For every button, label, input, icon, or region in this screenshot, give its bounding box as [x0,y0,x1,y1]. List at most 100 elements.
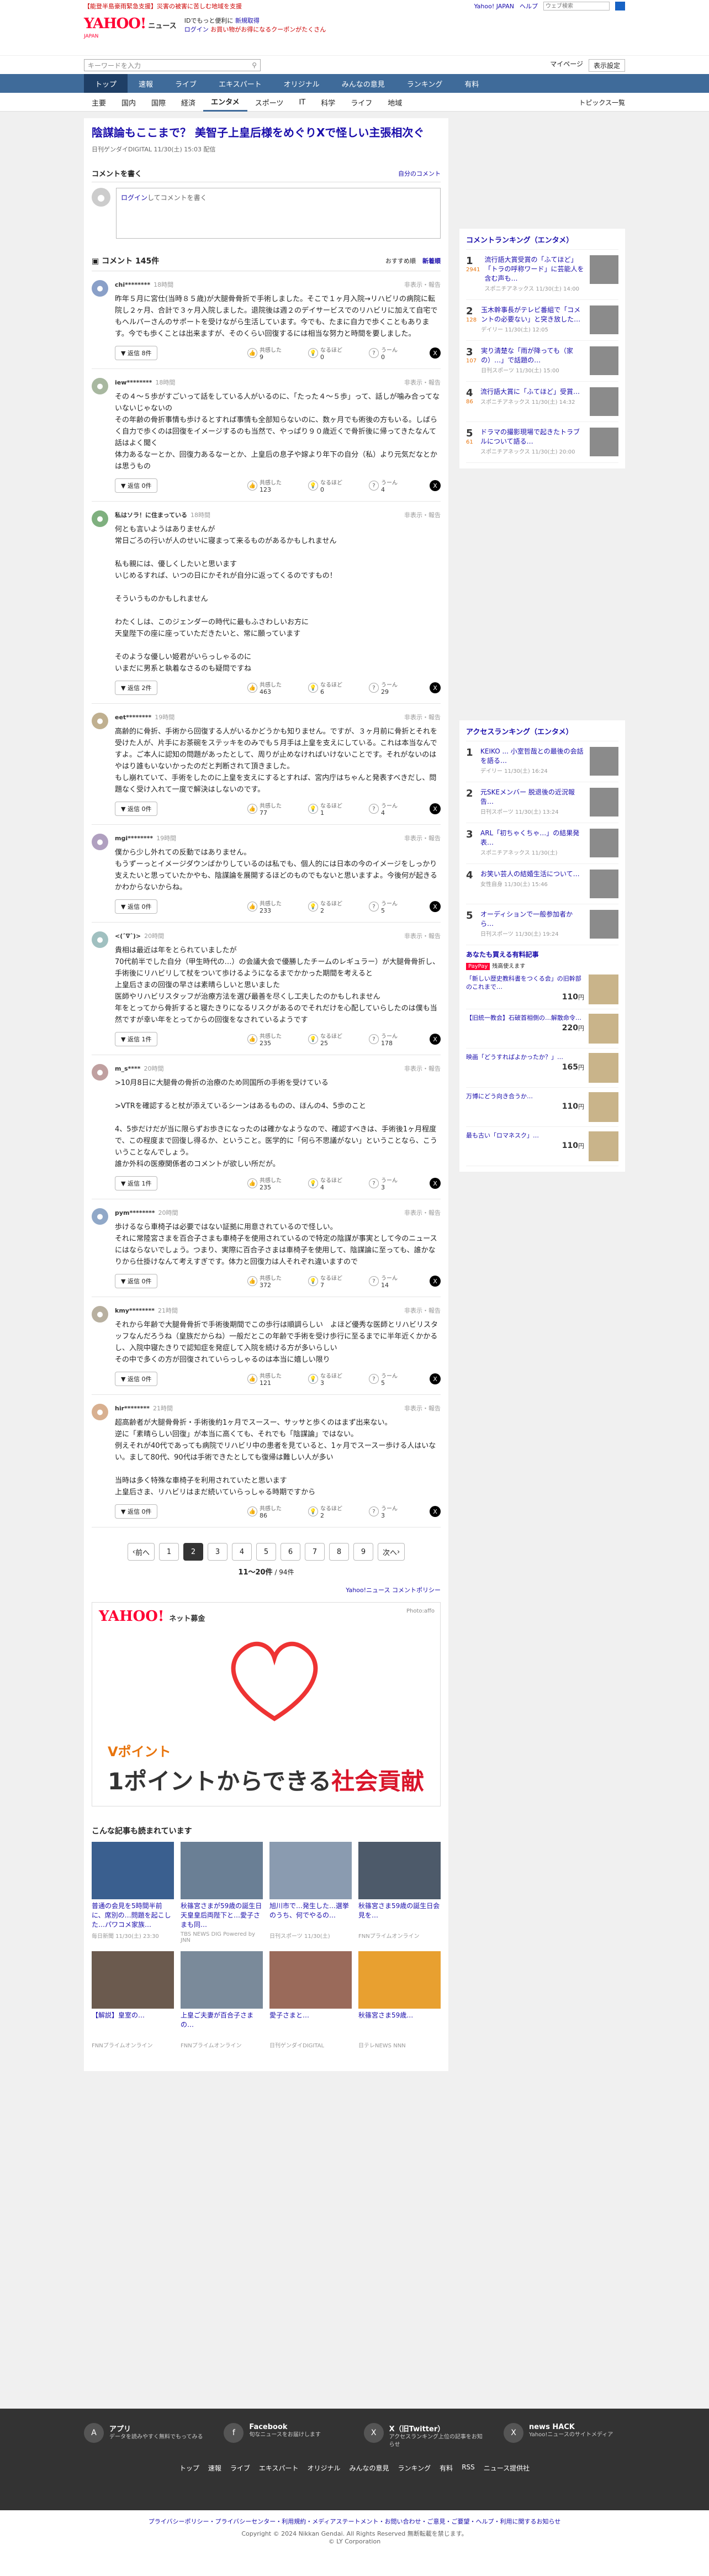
page-button[interactable]: 7 [305,1543,325,1561]
reply-button[interactable]: ▼ 返信 0件 [115,478,158,493]
page-button[interactable]: 1 [159,1543,179,1561]
footer-link[interactable]: ライブ [230,2463,250,2473]
reaction-hmm-button[interactable]: ? うーん 178 [369,1031,430,1047]
reaction-agree-button[interactable]: 💡 なるほど 2 [308,899,369,914]
comment-author[interactable]: 私はソラ！に住まっている [115,512,187,519]
nav-item[interactable]: 有料 [453,74,490,93]
comment-author[interactable]: mgi******** [115,835,153,842]
ranking-item[interactable]: 3 ARL「初ちゃくちゃ…」の結果発表… スポニチアネックス 11/30(土) [466,823,618,864]
comment-author[interactable]: iew******** [115,379,152,386]
article-title[interactable]: 陰謀論もここまで？ 美智子上皇后様をめぐりXで怪しい主張相次ぐ [92,125,441,140]
footer-link[interactable]: みんなの意見 [350,2463,389,2473]
reaction-agree-button[interactable]: 💡 なるほど 0 [308,478,369,493]
comment-login-link[interactable]: ログイン [121,194,147,202]
related-article-card[interactable]: 普通の会見を5時間半前に、席別の…問題を起こした…パワコメ家族… 毎日新聞 11/… [92,1842,174,1943]
sort-newest[interactable]: 新着順 [422,256,441,265]
comment-author[interactable]: hir******** [115,1405,150,1412]
ranking-item[interactable]: 5 オーディションで一般参加者から… 日刊スポーツ 11/30(土) 19:24 [466,904,618,945]
paid-article-item[interactable]: 「新しい歴史教科書をつくる会」の旧幹部のこれまで… 110円 [466,970,618,1009]
reaction-hmm-button[interactable]: ? うーん 5 [369,1371,430,1387]
reaction-agree-button[interactable]: 💡 なるほど 1 [308,801,369,816]
nav-item[interactable]: ライブ [164,74,208,93]
category-tab[interactable]: ライフ [343,93,380,112]
disaster-alert-link[interactable]: 【能登半島豪雨緊急支援】災害の被害に苦しむ地域を支援 [84,2,242,10]
comment-policy-link[interactable]: Yahoo!ニュース コメントポリシー [346,1587,441,1594]
footer-link[interactable]: トップ [179,2463,199,2473]
comment-author[interactable]: <(ˆ∇ˆ)> [115,933,141,940]
footer-col[interactable]: X X（旧Twitter） アクセスランキング上位の記事をお知らせ [363,2423,485,2449]
reaction-agree-button[interactable]: 💡 なるほど 7 [308,1273,369,1289]
reaction-like-button[interactable]: 👍 共感した 235 [247,1176,308,1191]
comment-author[interactable]: chi******** [115,281,150,288]
related-article-card[interactable]: 秋篠宮さまが59歳の誕生日 天皇皇后両陛下と…愛子さまも同… TBS NEWS D… [181,1842,263,1943]
nav-item[interactable]: みんなの意見 [331,74,396,93]
footer-link[interactable]: ニュース提供社 [484,2463,530,2473]
paid-article-item[interactable]: 万博にどう向き合うか… 110円 [466,1088,618,1127]
search-icon[interactable]: ⚲ [252,61,257,69]
signup-link[interactable]: 新規取得 [235,17,260,24]
help-link[interactable]: ヘルプ [520,2,538,10]
category-tab[interactable]: 主要 [84,93,114,112]
next-page-button[interactable]: 次へ › [378,1543,405,1561]
reaction-like-button[interactable]: 👍 共感した 121 [247,1371,308,1387]
page-button[interactable]: 6 [281,1543,300,1561]
ranking-item[interactable]: 3 107 実り清楚な「雨が降っても（家の）…」で話題の… 日刊スポーツ 11/30(… [466,341,618,382]
reply-button[interactable]: ▼ 返信 0件 [115,899,158,914]
reaction-like-button[interactable]: 👍 共感した 86 [247,1504,308,1519]
ranking-item[interactable]: 2 128 玉木幹事長がテレビ番組で「コメントの必要ない」と突き放した… デイリー 1… [466,300,618,341]
category-tab[interactable]: IT [291,93,313,112]
category-tab[interactable]: スポーツ [247,93,292,112]
report-link[interactable]: 非表示・報告 [404,834,441,842]
reply-button[interactable]: ▼ 返信 1件 [115,1176,158,1190]
topics-list-link[interactable]: トピックス一覧 [579,98,625,107]
reaction-hmm-button[interactable]: ? うーん 0 [369,345,430,361]
related-article-card[interactable]: 秋篠宮さま59歳の誕生日会見を… FNNプライムオンライン [358,1842,441,1943]
report-link[interactable]: 非表示・報告 [404,1208,441,1217]
reply-button[interactable]: ▼ 返信 0件 [115,802,158,816]
mypage-link[interactable]: マイページ [550,59,583,72]
x-share-icon[interactable]: X [430,347,441,359]
nav-item[interactable]: 速報 [128,74,164,93]
x-share-icon[interactable]: X [430,682,441,693]
reaction-hmm-button[interactable]: ? うーん 14 [369,1273,430,1289]
login-link[interactable]: ログイン [184,26,209,33]
ranking-item[interactable]: 4 お笑い芸人の結婚生活について… 女性自身 11/30(土) 15:46 [466,864,618,904]
related-article-card[interactable]: 【解説】皇室の… FNNプライムオンライン [92,1951,174,2049]
footer-link[interactable]: 速報 [208,2463,221,2473]
paid-articles-heading[interactable]: あなたも買える有料記事 [466,945,618,961]
comment-input[interactable]: ログインしてコメントを書く [116,188,441,239]
footer-link[interactable]: RSS [462,2463,475,2473]
footer-link[interactable]: ランキング [398,2463,431,2473]
report-link[interactable]: 非表示・報告 [404,378,441,387]
related-article-card[interactable]: 上皇ご夫妻が百合子さまの… FNNプライムオンライン [181,1951,263,2049]
web-search-input[interactable] [543,2,610,10]
sort-recommended[interactable]: おすすめ順 [385,256,416,265]
footer-link[interactable]: エキスパート [259,2463,299,2473]
report-link[interactable]: 非表示・報告 [404,510,441,519]
reaction-agree-button[interactable]: 💡 なるほど 2 [308,1504,369,1519]
ranking-item[interactable]: 1 KEIKO ... 小室哲哉との最後の会話を語る… デイリー 11/30(土) … [466,741,618,782]
comment-author[interactable]: eet******** [115,714,151,721]
report-link[interactable]: 非表示・報告 [404,713,441,721]
reaction-like-button[interactable]: 👍 共感した 233 [247,899,308,914]
reply-button[interactable]: ▼ 返信 8件 [115,346,158,360]
reply-button[interactable]: ▼ 返信 0件 [115,1372,158,1386]
reaction-hmm-button[interactable]: ? うーん 3 [369,1176,430,1191]
footer-col[interactable]: Xnews HACK Yahoo!ニュースのサイトメディア [503,2423,625,2449]
page-button[interactable]: 2 [183,1543,203,1561]
reaction-agree-button[interactable]: 💡 なるほど 0 [308,345,369,361]
footer-col[interactable]: A アプリ データを読みやすく無料でもってみる [84,2423,205,2449]
x-share-icon[interactable]: X [430,1178,441,1189]
ranking-item[interactable]: 5 61 ドラマの撮影現場で起きたトラブルについて語る… スポニチアネックス 11/3… [466,422,618,463]
display-settings-button[interactable]: 表示設定 [588,59,625,72]
category-tab[interactable]: 国際 [144,93,173,112]
report-link[interactable]: 非表示・報告 [404,1306,441,1315]
nav-item[interactable]: エキスパート [208,74,273,93]
nav-item[interactable]: ランキング [396,74,454,93]
related-article-card[interactable]: 愛子さまと… 日刊ゲンダイDIGITAL [269,1951,352,2049]
related-article-card[interactable]: 秋篠宮さま59歳… 日テレNEWS NNN [358,1951,441,2049]
reaction-like-button[interactable]: 👍 共感した 235 [247,1031,308,1047]
page-button[interactable]: 8 [329,1543,349,1561]
category-tab[interactable]: エンタメ [203,93,247,112]
paid-article-item[interactable]: 映画「どうすればよかったか？」… 165円 [466,1049,618,1088]
